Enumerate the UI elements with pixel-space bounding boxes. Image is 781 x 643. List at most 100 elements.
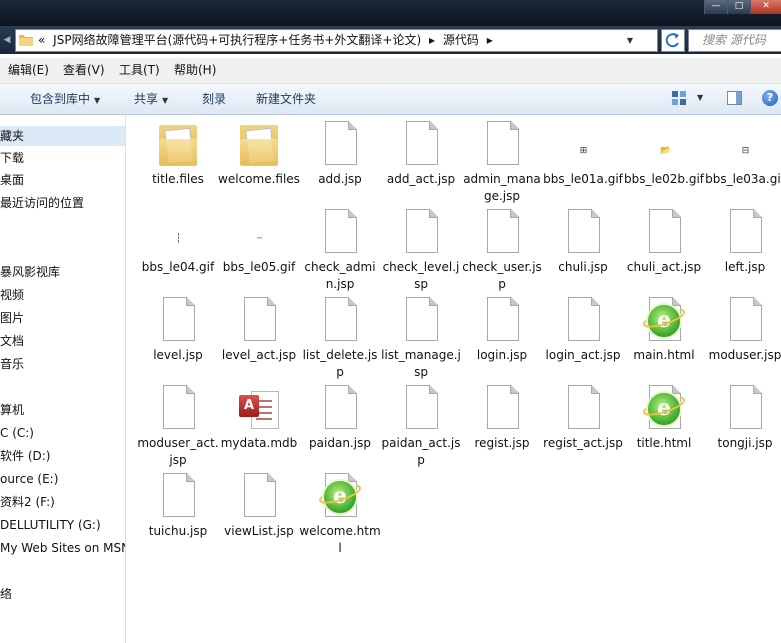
file-item[interactable]: check_user.jsp xyxy=(461,209,543,293)
breadcrumb-current[interactable]: 源代码 xyxy=(443,33,479,47)
nav-documents[interactable]: 文档 xyxy=(0,333,24,349)
document-icon xyxy=(480,209,524,257)
nav-downloads[interactable]: 下载 xyxy=(0,150,24,166)
file-item[interactable]: login.jsp xyxy=(461,297,543,364)
file-name: welcome.files xyxy=(218,172,300,186)
file-name: check_admin.jsp xyxy=(304,260,376,291)
file-name: tongji.jsp xyxy=(717,436,773,450)
address-dropdown-icon[interactable]: ▼ xyxy=(623,30,637,51)
file-item[interactable]: Amydata.mdb xyxy=(218,385,300,452)
document-icon xyxy=(156,385,200,433)
file-item[interactable]: list_delete.jsp xyxy=(299,297,381,381)
file-item[interactable]: paidan_act.jsp xyxy=(380,385,462,469)
file-name: paidan_act.jsp xyxy=(381,436,461,467)
document-icon xyxy=(480,385,524,433)
file-item[interactable]: chuli_act.jsp xyxy=(623,209,705,276)
file-name: paidan.jsp xyxy=(309,436,371,450)
file-item[interactable]: left.jsp xyxy=(704,209,781,276)
command-bar: 包含到库中 ▼ 共享 ▼ 刻录 新建文件夹 ▼ ? xyxy=(0,84,781,115)
file-item[interactable]: e main.html xyxy=(623,297,705,364)
menu-help[interactable]: 帮助(H) xyxy=(174,58,216,83)
nav-favorites[interactable]: 藏夹 xyxy=(0,126,125,146)
file-item[interactable]: check_admin.jsp xyxy=(299,209,381,293)
file-item[interactable]: check_level.jsp xyxy=(380,209,462,293)
file-item[interactable]: tongji.jsp xyxy=(704,385,781,452)
file-name: regist.jsp xyxy=(474,436,530,450)
refresh-button[interactable] xyxy=(661,29,685,52)
file-item[interactable]: tuichu.jsp xyxy=(137,473,219,540)
window-controls: — □ ✕ xyxy=(704,0,781,14)
file-item[interactable]: ┄ bbs_le05.gif xyxy=(218,209,300,276)
file-item[interactable]: add.jsp xyxy=(299,121,381,188)
nav-computer[interactable]: 算机 xyxy=(0,402,24,418)
preview-pane-icon[interactable] xyxy=(727,91,742,105)
file-name: chuli.jsp xyxy=(558,260,608,274)
file-item[interactable]: ┆ bbs_le04.gif xyxy=(137,209,219,276)
minimize-button[interactable]: — xyxy=(704,0,727,14)
file-item[interactable]: add_act.jsp xyxy=(380,121,462,188)
file-item[interactable]: welcome.files xyxy=(218,121,300,188)
help-icon[interactable]: ? xyxy=(762,90,778,106)
menu-edit[interactable]: 编辑(E) xyxy=(8,58,49,83)
nav-drive-g[interactable]: DELLUTILITY (G:) xyxy=(0,517,101,533)
refresh-icon xyxy=(665,33,679,48)
view-dropdown-icon[interactable]: ▼ xyxy=(697,91,703,105)
nav-drive-f[interactable]: 资料2 (F:) xyxy=(0,494,55,510)
nav-my-web-sites[interactable]: My Web Sites on MSN xyxy=(0,540,125,556)
file-item[interactable]: moduser.jsp xyxy=(704,297,781,364)
file-item[interactable]: chuli.jsp xyxy=(542,209,624,276)
breadcrumb-parent[interactable]: JSP网络故障管理平台(源代码+可执行程序+任务书+外文翻译+论文) xyxy=(53,33,421,47)
nav-pictures[interactable]: 图片 xyxy=(0,310,24,326)
file-item[interactable]: 📂 bbs_le02b.gif xyxy=(623,121,705,188)
new-folder-button[interactable]: 新建文件夹 xyxy=(256,84,316,114)
share-button[interactable]: 共享 ▼ xyxy=(134,84,168,116)
breadcrumb-separator-icon[interactable]: ▸ xyxy=(487,33,493,47)
nav-videos[interactable]: 视频 xyxy=(0,287,24,303)
close-button[interactable]: ✕ xyxy=(750,0,781,14)
file-item[interactable]: list_manage.jsp xyxy=(380,297,462,381)
breadcrumb-overflow[interactable]: « xyxy=(38,33,45,47)
file-item[interactable]: admin_manage.jsp xyxy=(461,121,543,205)
document-icon xyxy=(318,121,362,169)
burn-button[interactable]: 刻录 xyxy=(202,84,226,114)
back-arrow-icon[interactable]: ◀ xyxy=(0,32,14,48)
nav-drive-e[interactable]: ource (E:) xyxy=(0,471,58,487)
file-item[interactable]: login_act.jsp xyxy=(542,297,624,364)
file-item[interactable]: regist_act.jsp xyxy=(542,385,624,452)
nav-recent-places[interactable]: 最近访问的位置 xyxy=(0,195,84,211)
file-item[interactable]: moduser_act.jsp xyxy=(137,385,219,469)
folder-icon xyxy=(19,35,33,46)
file-item[interactable]: paidan.jsp xyxy=(299,385,381,452)
include-in-library-button[interactable]: 包含到库中 ▼ xyxy=(30,84,100,116)
breadcrumb-separator-icon[interactable]: ▸ xyxy=(429,33,435,47)
menu-view[interactable]: 查看(V) xyxy=(63,58,105,83)
file-item[interactable]: regist.jsp xyxy=(461,385,543,452)
document-icon xyxy=(318,209,362,257)
file-item[interactable]: level.jsp xyxy=(137,297,219,364)
view-options-icon[interactable] xyxy=(672,91,686,105)
internet-explorer-html-icon: e xyxy=(640,385,688,433)
nav-network[interactable]: 络 xyxy=(0,586,12,602)
nav-desktop[interactable]: 桌面 xyxy=(0,172,24,188)
file-name: viewList.jsp xyxy=(224,524,294,538)
nav-drive-d[interactable]: 软件 (D:) xyxy=(0,448,50,464)
file-item[interactable]: title.files xyxy=(137,121,219,188)
nav-baofeng-library[interactable]: 暴风影视库 xyxy=(0,264,60,280)
file-name: add_act.jsp xyxy=(386,172,456,186)
document-icon xyxy=(723,209,767,257)
file-name: login_act.jsp xyxy=(545,348,621,362)
title-bar: — □ ✕ xyxy=(0,0,781,26)
file-item[interactable]: viewList.jsp xyxy=(218,473,300,540)
nav-music[interactable]: 音乐 xyxy=(0,356,24,372)
address-bar[interactable]: « JSP网络故障管理平台(源代码+可执行程序+任务书+外文翻译+论文) ▸ 源… xyxy=(15,29,658,52)
search-input[interactable]: 搜索 源代码 xyxy=(688,29,781,52)
file-item[interactable]: e welcome.html xyxy=(299,473,381,557)
file-item[interactable]: ⊞ bbs_le01a.gif xyxy=(542,121,624,188)
file-item[interactable]: e title.html xyxy=(623,385,705,452)
file-item[interactable]: level_act.jsp xyxy=(218,297,300,364)
nav-drive-c[interactable]: C (C:) xyxy=(0,425,34,441)
file-name: bbs_le04.gif xyxy=(141,260,215,274)
maximize-button[interactable]: □ xyxy=(727,0,750,14)
menu-tools[interactable]: 工具(T) xyxy=(119,58,160,83)
file-item[interactable]: ⊟ bbs_le03a.gif xyxy=(704,121,781,188)
